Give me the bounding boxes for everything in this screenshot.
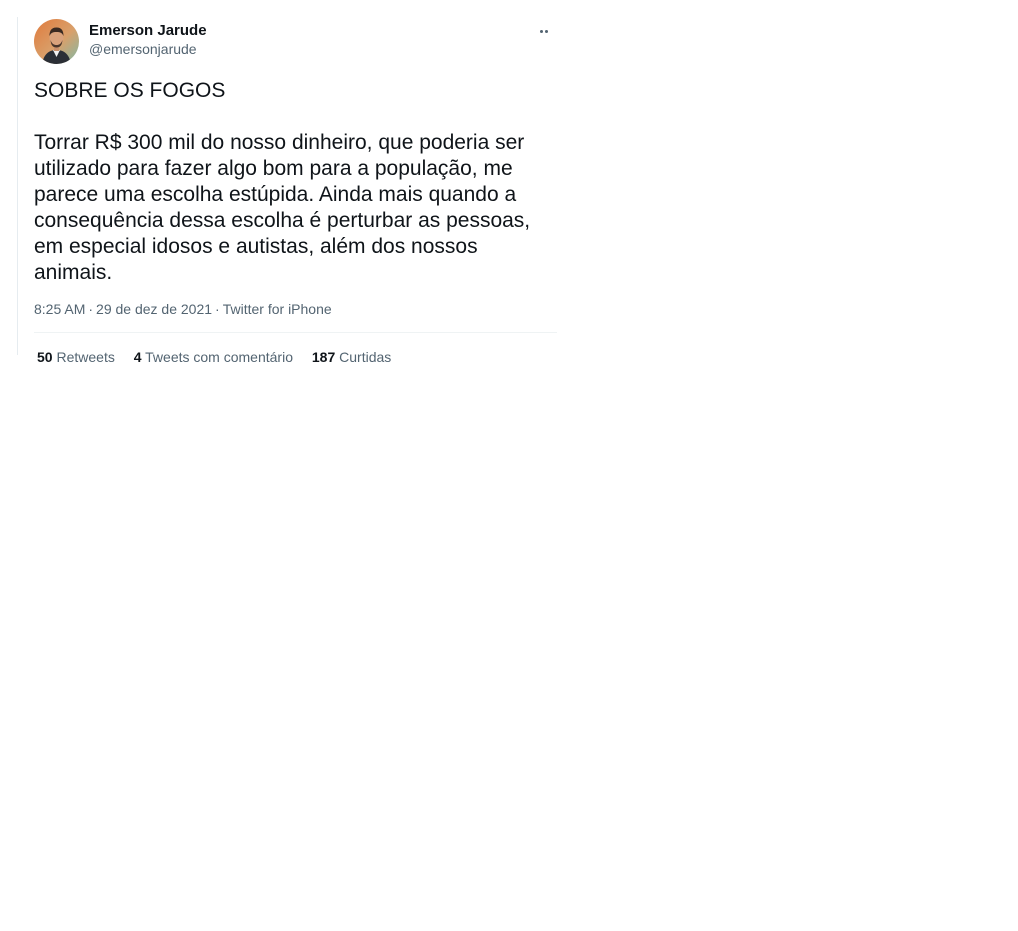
meta-separator: · [88,301,94,317]
divider [34,332,557,333]
author-display-name[interactable]: Emerson Jarude [89,21,207,40]
author-handle[interactable]: @emersonjarude [89,40,207,59]
tweet-body: Torrar R$ 300 mil do nosso dinheiro, que… [34,131,531,284]
avatar-photo-icon [34,19,79,64]
quote-tweets-label: Tweets com comentário [145,349,293,365]
quote-tweets-count: 4 [133,349,142,365]
tweet-metadata: 8:25 AM · 29 de dez de 2021 · Twitter for iP… [34,300,332,318]
tweet-time[interactable]: 8:25 AM [34,301,85,317]
tweet-card: Emerson Jarude @emersonjarude SOBRE OS F… [17,17,558,365]
author-names: Emerson Jarude @emersonjarude [89,21,207,59]
tweet-stats: 50 Retweets 4 Tweets com comentário 187 … [37,348,406,366]
likes-label: Curtidas [339,349,392,365]
tweet-source[interactable]: Twitter for iPhone [223,301,332,317]
retweets-count: 50 [37,349,53,365]
tweet-title-line: SOBRE OS FOGOS [34,79,226,102]
meta-separator: · [215,301,220,317]
retweets-stat[interactable]: 50 Retweets [37,349,115,365]
tweet-date[interactable]: 29 de dez de 2021 [96,301,212,317]
tweet-text: SOBRE OS FOGOS Torrar R$ 300 mil do noss… [34,78,554,286]
likes-count: 187 [311,349,336,365]
author-avatar[interactable] [34,19,79,64]
likes-stat[interactable]: 187 Curtidas [312,349,391,365]
more-options-icon[interactable] [536,25,554,37]
tweet-header: Emerson Jarude @emersonjarude [34,19,558,65]
retweets-label: Retweets [56,349,115,365]
quote-tweets-stat[interactable]: 4 Tweets com comentário [134,349,293,365]
